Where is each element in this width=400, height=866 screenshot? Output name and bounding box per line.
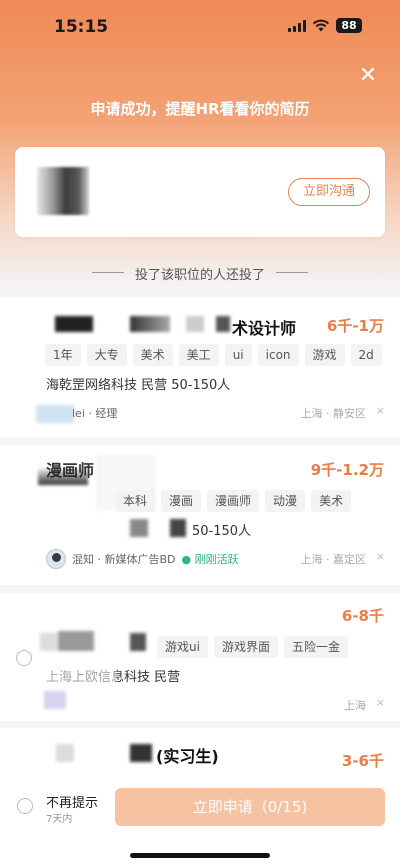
select-radio[interactable] xyxy=(16,650,32,666)
dismiss-icon[interactable]: × xyxy=(376,550,385,563)
hr-avatar xyxy=(37,167,89,215)
recruiter-avatar xyxy=(46,549,66,569)
job-card[interactable]: 术设计师 6千-1万 1年 大专 美术 美工 ui icon 游戏 2d 海乾罡… xyxy=(0,297,400,437)
battery-icon: 88 xyxy=(336,18,362,33)
job-salary: 6-8千 xyxy=(341,607,384,625)
wifi-icon xyxy=(312,19,330,32)
job-tag: 1年 xyxy=(45,344,81,366)
job-title: 术设计师 xyxy=(232,319,297,338)
status-time: 15:15 xyxy=(54,17,109,37)
job-tags: 游戏ui 游戏界面 五险一金 xyxy=(157,636,348,658)
dismiss-icon[interactable]: × xyxy=(376,404,385,417)
redacted-block xyxy=(58,631,94,651)
home-indicator xyxy=(130,853,270,858)
redacted-block xyxy=(216,316,230,332)
job-location: 上海 · 静安区 xyxy=(300,407,367,420)
divider-line-right xyxy=(276,272,308,273)
recruiter-name: lei · 经理 xyxy=(72,407,118,420)
job-title: 漫画师 xyxy=(46,461,95,480)
section-title: 投了该职位的人还投了 xyxy=(134,268,265,283)
redacted-block xyxy=(130,633,146,651)
job-tags: 本科 漫画 漫画师 动漫 美术 xyxy=(115,490,352,512)
job-tag: 本科 xyxy=(115,490,156,512)
close-icon[interactable]: ✕ xyxy=(356,64,380,88)
chat-now-button[interactable]: 立即沟通 xyxy=(288,178,370,206)
redacted-block xyxy=(55,316,93,332)
no-remind-checkbox[interactable] xyxy=(17,798,33,814)
job-tag: 美术 xyxy=(132,344,173,366)
job-tag: 漫画 xyxy=(161,490,202,512)
company-info: 海乾罡网络科技 民营 50-150人 xyxy=(46,378,231,393)
job-card[interactable]: 漫画师 9千-1.2万 本科 漫画 漫画师 动漫 美术 50-150人 混知 ·… xyxy=(0,445,400,585)
apply-now-button[interactable]: 立即申请（0/15) xyxy=(115,788,385,826)
job-tag: ui xyxy=(224,344,252,366)
job-title: (实习生) xyxy=(156,747,219,766)
redacted-block xyxy=(130,316,170,332)
job-tag: 游戏ui xyxy=(157,636,208,658)
redacted-block xyxy=(170,519,186,537)
job-tags: 1年 大专 美术 美工 ui icon 游戏 2d xyxy=(45,344,382,366)
redacted-block xyxy=(40,633,58,651)
active-status: ● 刚刚活跃 xyxy=(181,553,239,566)
recruiter-avatar xyxy=(44,691,66,709)
recruiter-info: lei · 经理 xyxy=(72,405,117,421)
job-salary: 9千-1.2万 xyxy=(310,461,384,479)
job-tag: 漫画师 xyxy=(207,490,260,512)
job-tag: 五险一金 xyxy=(283,636,348,658)
job-tag: 游戏 xyxy=(304,344,345,366)
job-tag: 动漫 xyxy=(265,490,306,512)
dismiss-icon[interactable]: × xyxy=(376,696,385,709)
company-info: 50-150人 xyxy=(192,524,252,539)
cellular-signal-icon xyxy=(288,19,306,32)
job-tag: 游戏界面 xyxy=(213,636,278,658)
job-tag: icon xyxy=(257,344,299,366)
recruiter-avatar xyxy=(36,405,74,423)
job-location: 上海 xyxy=(344,699,366,712)
recruiter-name: 混知 · 新媒体广告BD xyxy=(72,553,176,566)
job-tag: 2d xyxy=(350,344,382,366)
job-salary: 6千-1万 xyxy=(326,317,384,335)
redacted-block xyxy=(130,744,152,762)
job-card[interactable]: 6-8千 游戏ui 游戏界面 五险一金 上海上欧信息科技 民营 上海 × xyxy=(0,593,400,721)
redacted-block xyxy=(56,744,74,762)
hr-card: 立即沟通 xyxy=(15,147,385,237)
job-tag: 美术 xyxy=(311,490,352,512)
no-remind-label[interactable]: 不再提示 xyxy=(46,792,98,811)
no-remind-duration: 7天内 xyxy=(46,814,73,825)
job-tag: 美工 xyxy=(178,344,219,366)
redacted-block xyxy=(186,316,204,332)
success-title: 申请成功，提醒HR看看你的简历 xyxy=(90,100,310,118)
status-bar: 15:15 88 xyxy=(0,0,400,54)
redacted-block xyxy=(130,519,148,537)
status-icons: 88 xyxy=(288,18,362,33)
job-location: 上海 · 嘉定区 xyxy=(300,553,367,566)
job-tag: 大专 xyxy=(86,344,127,366)
job-salary: 3-6千 xyxy=(341,752,384,770)
recruiter-info: 混知 · 新媒体广告BD ● 刚刚活跃 xyxy=(46,549,239,569)
